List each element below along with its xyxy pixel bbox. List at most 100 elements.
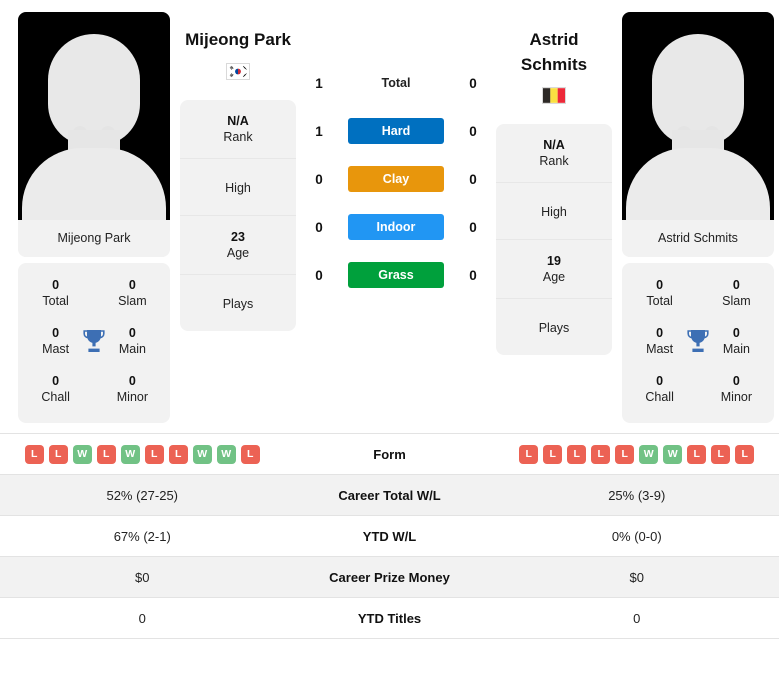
right-title-chall: 0 Chall	[636, 374, 683, 404]
label: Age	[542, 270, 566, 285]
right-player-avatar-card[interactable]: Astrid Schmits	[622, 12, 774, 257]
right-form-badges: LLLLLWWLLL	[499, 444, 776, 464]
right-value: $0	[629, 569, 644, 585]
south-korea-flag-icon	[226, 62, 250, 80]
right-high-cell: High	[496, 183, 612, 241]
right-rank-cell: N/A Rank	[496, 124, 612, 184]
table-row: 0 YTD Titles 0	[0, 598, 779, 639]
left-form-badges: LLWLWLLWWL	[4, 444, 281, 464]
form-badge-loss[interactable]: L	[519, 444, 539, 464]
form-badge-loss[interactable]: L	[615, 444, 635, 464]
form-badge-loss[interactable]: L	[735, 444, 755, 464]
form-badge-loss[interactable]: L	[711, 444, 731, 464]
value: 0	[52, 278, 60, 292]
value: 0	[732, 326, 740, 340]
surface-label-indoor[interactable]: Indoor	[348, 214, 444, 240]
form-badge-win[interactable]: W	[192, 444, 212, 464]
form-badge-win[interactable]: W	[72, 444, 92, 464]
titles-row: 0 Mast 0 Main	[18, 317, 170, 365]
label: Total	[646, 294, 673, 308]
form-badge-loss[interactable]: L	[24, 444, 44, 464]
left-age-cell: 23 Age	[180, 216, 296, 275]
left-score: 1	[315, 75, 323, 91]
form-badge-win[interactable]: W	[120, 444, 140, 464]
label: Chall	[41, 390, 70, 404]
avatar	[622, 12, 774, 220]
right-form-cell: LLLLLWWLLL	[495, 439, 779, 470]
label: Main	[118, 342, 146, 356]
surface-label-hard[interactable]: Hard	[348, 118, 444, 144]
right-title-minor: 0 Minor	[713, 374, 760, 404]
right-title-mast: 0 Mast	[636, 326, 683, 356]
trophy-icon	[683, 329, 713, 353]
label: Rank	[223, 129, 253, 144]
form-badge-loss[interactable]: L	[144, 444, 164, 464]
right-score: 0	[469, 267, 477, 283]
titles-row: 0 Total 0 Slam	[622, 269, 774, 317]
right-name-block: Astrid Schmits N/A Rank High 19 Age Play…	[496, 12, 612, 356]
titles-row: 0 Total 0 Slam	[18, 269, 170, 317]
label: Main	[722, 342, 750, 356]
trophy-icon	[79, 329, 109, 353]
right-title-main: 0 Main	[713, 326, 760, 356]
value: 0	[128, 278, 136, 292]
label: Mast	[646, 342, 674, 356]
titles-row: 0 Chall 0 Minor	[18, 365, 170, 413]
label: Minor	[720, 390, 753, 404]
label: Slam	[722, 294, 751, 308]
form-badge-loss[interactable]: L	[591, 444, 611, 464]
right-score: 0	[469, 219, 477, 235]
left-title-minor: 0 Minor	[109, 374, 156, 404]
right-value: 25% (3-9)	[608, 487, 666, 503]
surface-label-grass[interactable]: Grass	[348, 262, 444, 288]
form-badge-loss[interactable]: L	[240, 444, 260, 464]
left-value: $0	[135, 569, 150, 585]
form-badge-win[interactable]: W	[663, 444, 683, 464]
form-label: Form	[373, 446, 406, 462]
label: Slam	[118, 294, 147, 308]
value: 19	[547, 254, 561, 269]
form-badge-loss[interactable]: L	[687, 444, 707, 464]
left-score: 0	[315, 171, 323, 187]
form-badge-loss[interactable]: L	[96, 444, 116, 464]
value: 0	[52, 326, 60, 340]
value: N/A	[543, 138, 565, 153]
player-comparison-header: Mijeong Park 0 Total 0 Slam 0 Mast 0 Mai…	[0, 0, 779, 423]
right-player-column: Astrid Schmits 0 Total 0 Slam 0 Mast 0 M…	[622, 12, 774, 423]
form-badge-loss[interactable]: L	[168, 444, 188, 464]
surface-row-hard: 1 Hard 0	[306, 118, 486, 144]
form-badge-loss[interactable]: L	[543, 444, 563, 464]
left-high-cell: High	[180, 159, 296, 216]
value: 0	[128, 326, 136, 340]
value: 0	[656, 374, 664, 388]
comparison-stats-table: LLWLWLLWWL Form LLLLLWWLLL 52% (27-25) C…	[0, 433, 779, 639]
avatar	[18, 12, 170, 220]
surface-label-clay[interactable]: Clay	[348, 166, 444, 192]
left-score: 0	[315, 267, 323, 283]
right-info-card: N/A Rank High 19 Age Plays	[496, 124, 612, 356]
right-titles-card: 0 Total 0 Slam 0 Mast 0 Main 0 Chall 0 M…	[622, 263, 774, 423]
left-player-avatar-card[interactable]: Mijeong Park	[18, 12, 170, 257]
form-badge-win[interactable]: W	[639, 444, 659, 464]
right-plays-cell: Plays	[496, 299, 612, 355]
label: Total	[42, 294, 69, 308]
label: Minor	[116, 390, 149, 404]
label: Age	[226, 245, 250, 260]
value: 0	[656, 326, 664, 340]
titles-row: 0 Mast 0 Main	[622, 317, 774, 365]
value: 0	[732, 278, 740, 292]
left-title-mast: 0 Mast	[32, 326, 79, 356]
form-badge-loss[interactable]: L	[48, 444, 68, 464]
value: 23	[231, 229, 245, 244]
right-avatar-caption: Astrid Schmits	[622, 220, 774, 257]
left-titles-card: 0 Total 0 Slam 0 Mast 0 Main 0 Chall 0 M…	[18, 263, 170, 423]
label: Rank	[539, 154, 569, 169]
label: High	[225, 180, 251, 195]
surface-row-total: 1 Total 0	[306, 70, 486, 96]
form-badge-win[interactable]: W	[216, 444, 236, 464]
value: 0	[128, 374, 136, 388]
row-label: Career Prize Money	[329, 569, 450, 585]
right-title-total: 0 Total	[636, 278, 683, 308]
left-name-block: Mijeong Park N/A Rank High 23 Age Plays	[180, 12, 296, 331]
form-badge-loss[interactable]: L	[567, 444, 587, 464]
